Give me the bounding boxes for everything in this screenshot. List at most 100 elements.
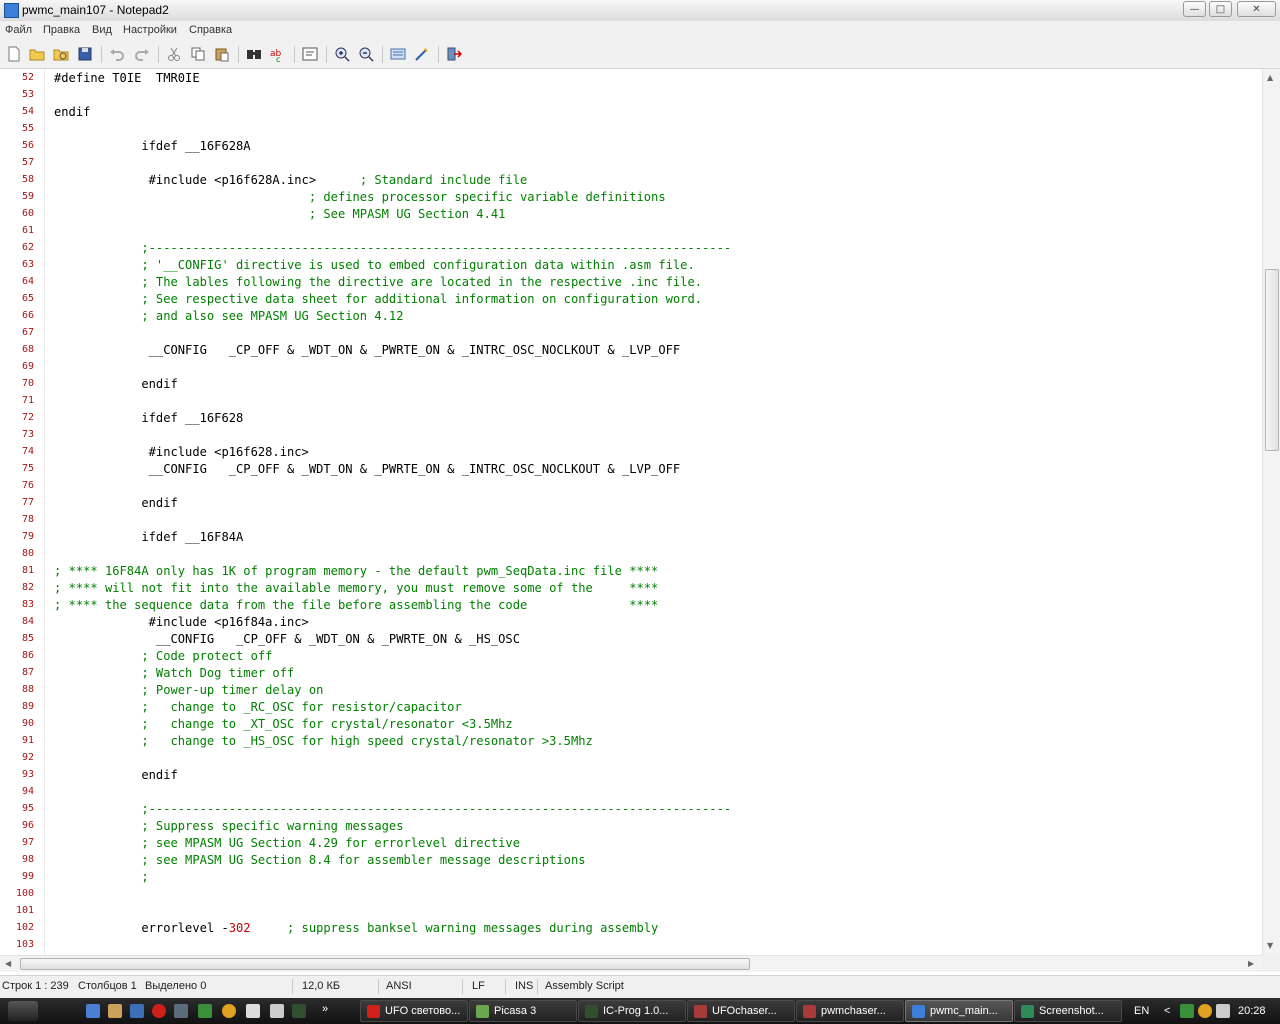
browse-icon[interactable] [53,46,69,62]
code-line: ; see MPASM UG Section 8.4 for assembler… [54,852,586,869]
tray-expand-icon[interactable]: < [1164,1005,1170,1017]
zoom-in-icon[interactable] [334,46,350,62]
clock[interactable]: 20:28 [1238,1005,1266,1017]
volume-icon[interactable] [1216,1004,1230,1018]
opera-icon[interactable] [152,1004,166,1018]
chevron-more-icon[interactable]: » [322,1003,328,1015]
tray-icon[interactable] [1180,1004,1194,1018]
code-comment: ; The lables following the directive are… [141,275,703,289]
close-button[interactable]: ✕ [1237,1,1276,17]
select-all-icon[interactable] [390,46,406,62]
zoom-out-icon[interactable] [358,46,374,62]
new-file-icon[interactable] [6,46,22,62]
menu-view[interactable]: Вид [92,24,112,36]
scroll-up-arrow-icon[interactable]: ▲ [1267,73,1273,82]
tray-icon[interactable] [1198,1004,1212,1018]
line-number: 83 [21,599,34,610]
line-number: 72 [21,412,34,423]
task-app-icon [585,1005,598,1018]
paste-icon[interactable] [214,46,230,62]
menu-help[interactable]: Справка [189,24,232,36]
language-indicator[interactable]: EN [1134,1005,1149,1017]
line-number: 96 [21,820,34,831]
status-syntax-scheme[interactable]: Assembly Script [545,980,624,992]
quicklaunch-icon[interactable] [108,1004,122,1018]
code-line: endif [54,104,90,121]
save-icon[interactable] [77,46,93,62]
line-number: 74 [21,446,34,457]
quicklaunch-icon[interactable] [198,1004,212,1018]
chrome-icon[interactable] [222,1004,236,1018]
line-number: 56 [21,140,34,151]
scroll-down-arrow-icon[interactable]: ▼ [1267,941,1273,950]
quicklaunch-icon[interactable] [174,1004,188,1018]
status-encoding[interactable]: ANSI [386,980,412,992]
editor-area[interactable]: 52 53 54 55 56 57 58 59 60 61 62 63 64 65 66 67 68 69 70 71… [0,69,1262,955]
scroll-left-arrow-icon[interactable]: ◀ [5,959,11,968]
undo-icon[interactable] [109,46,125,62]
find-icon[interactable] [246,46,262,62]
task-label: Screenshot... [1039,1005,1104,1017]
code-comment: ; See MPASM UG Section 4.41 [308,207,506,221]
code-line: __CONFIG _CP_OFF & _WDT_ON & _PWRTE_ON &… [54,342,681,359]
replace-icon[interactable]: ab c [270,46,286,64]
line-number: 98 [21,854,34,865]
window-title: pwmc_main107 - Notepad2 [22,3,169,17]
horizontal-scrollbar[interactable]: ◀ ▶ [0,955,1262,972]
status-line-ending[interactable]: LF [472,980,485,992]
menu-file[interactable]: Файл [5,24,32,36]
task-label: pwmchaser... [821,1005,886,1017]
minimize-button[interactable]: — [1183,1,1206,17]
show-desktop-icon[interactable] [86,1004,100,1018]
code-text: #include <p16f628.inc> [54,445,309,459]
svg-text:c: c [276,55,280,62]
cut-icon[interactable] [166,46,182,62]
maximize-button[interactable]: □ [1209,1,1232,17]
code-comment: ; Power-up timer delay on [141,683,324,697]
taskbar-button[interactable]: Picasa 3 [469,1000,577,1022]
redo-icon[interactable] [134,46,150,62]
code-line: ; Power-up timer delay on [54,682,323,699]
quicklaunch-icon[interactable] [270,1004,284,1018]
wrap-icon[interactable] [302,46,318,62]
status-insert-mode[interactable]: INS [515,980,533,992]
line-number: 64 [21,276,34,287]
code-line: #include <p16f84a.inc> [54,614,309,631]
toolbar-separator [438,46,439,63]
code-comment: ; Standard include file [359,173,528,187]
quicklaunch-icon[interactable] [130,1004,144,1018]
task-app-icon [1021,1005,1034,1018]
line-number: 70 [21,378,34,389]
horizontal-scroll-thumb[interactable] [20,958,750,970]
code-comment: ; see MPASM UG Section 8.4 for assembler… [141,853,586,867]
exit-icon[interactable] [446,46,463,62]
scroll-right-arrow-icon[interactable]: ▶ [1248,959,1254,968]
taskbar-button[interactable]: IC-Prog 1.0... [578,1000,686,1022]
taskbar-button[interactable]: Screenshot... [1014,1000,1122,1022]
menu-settings[interactable]: Настройки [123,24,177,36]
menu-edit[interactable]: Правка [43,24,80,36]
taskbar-button[interactable]: pwmchaser... [796,1000,904,1022]
vertical-scrollbar[interactable]: ▲ ▼ [1262,69,1280,955]
taskbar-button[interactable]: UFO светово... [360,1000,468,1022]
quicklaunch-icon[interactable] [292,1004,306,1018]
settings-icon[interactable] [414,46,430,62]
code-comment: ; [141,870,149,884]
quicklaunch-icon[interactable] [246,1004,260,1018]
vertical-scroll-thumb[interactable] [1265,269,1279,451]
code-comment: ; '__CONFIG' directive is used to embed … [141,258,695,272]
open-file-icon[interactable] [29,46,45,62]
line-number: 103 [15,939,34,950]
code-comment: ; change to _HS_OSC for high speed cryst… [141,734,593,748]
copy-icon[interactable] [190,46,206,62]
taskbar-button[interactable]: pwmc_main... [905,1000,1013,1022]
code-line: ; Suppress specific warning messages [54,818,403,835]
taskbar-button[interactable]: UFOchaser... [687,1000,795,1022]
line-number: 63 [21,259,34,270]
line-number: 84 [21,616,34,627]
start-button[interactable] [8,1001,38,1021]
